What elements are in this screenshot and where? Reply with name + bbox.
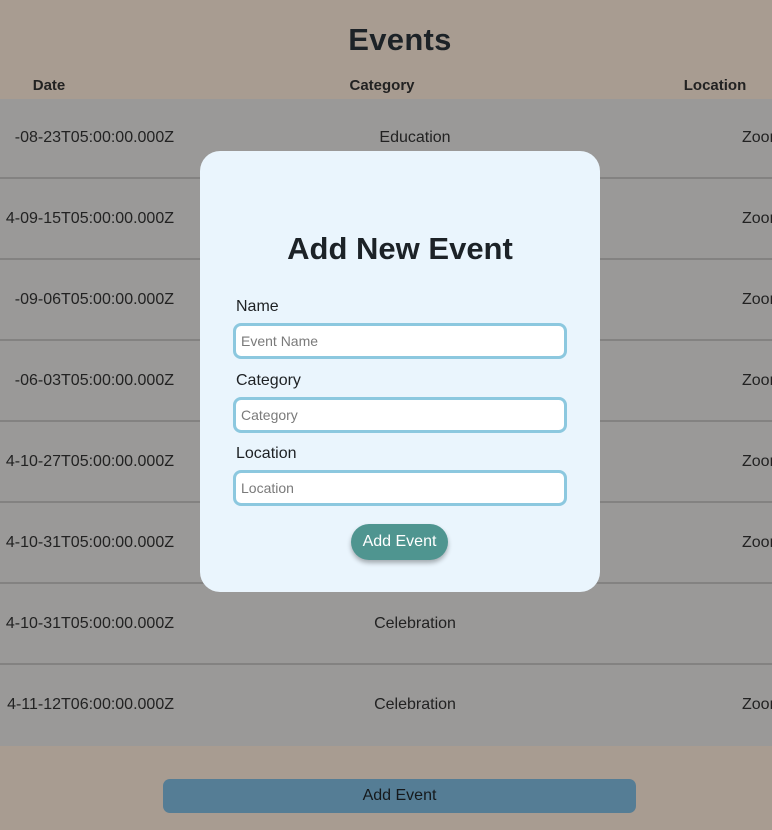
column-header-date[interactable]: Date <box>33 77 66 94</box>
page-title: Events <box>348 22 452 57</box>
cell-date: -06-03T05:00:00.000Z <box>14 372 174 389</box>
cell-location: Zoom <box>742 372 772 389</box>
name-label: Name <box>236 298 279 315</box>
category-label: Category <box>236 372 301 389</box>
location-label: Location <box>236 445 297 462</box>
location-input[interactable] <box>233 470 567 506</box>
column-header-location[interactable]: Location <box>684 77 747 94</box>
event-name-input[interactable] <box>233 323 567 359</box>
cell-location: Zoom <box>742 696 772 713</box>
column-header-category[interactable]: Category <box>349 77 414 94</box>
cell-category: Celebration <box>374 696 456 713</box>
table-row[interactable]: 4-10-31T05:00:00.000Z Celebration <box>0 585 772 665</box>
cell-date: 4-10-27T05:00:00.000Z <box>5 453 174 470</box>
cell-location: Zoom <box>742 129 772 146</box>
cell-location: Zoom <box>742 210 772 227</box>
add-event-modal: Add New Event Name Category Location Add… <box>200 151 600 592</box>
modal-title: Add New Event <box>287 231 513 266</box>
cell-location: Zoom <box>742 453 772 470</box>
cell-location: Zoom <box>742 291 772 308</box>
cell-category: Education <box>379 129 451 146</box>
table-row[interactable]: 4-11-12T06:00:00.000Z Celebration Zoom <box>0 666 772 746</box>
cell-date: 4-10-31T05:00:00.000Z <box>5 615 174 632</box>
cell-date: 4-10-31T05:00:00.000Z <box>5 534 174 551</box>
cell-date: 4-09-15T05:00:00.000Z <box>5 210 174 227</box>
category-input[interactable] <box>233 397 567 433</box>
cell-category: Celebration <box>374 615 456 632</box>
cell-location: Zoom <box>742 534 772 551</box>
add-event-button[interactable]: Add Event <box>163 779 636 813</box>
cell-date: -09-06T05:00:00.000Z <box>14 291 174 308</box>
cell-date: 4-11-12T06:00:00.000Z <box>7 696 174 713</box>
cell-date: -08-23T05:00:00.000Z <box>14 129 174 146</box>
table-header: Date Category Location <box>0 77 772 100</box>
submit-event-button[interactable]: Add Event <box>351 524 448 560</box>
